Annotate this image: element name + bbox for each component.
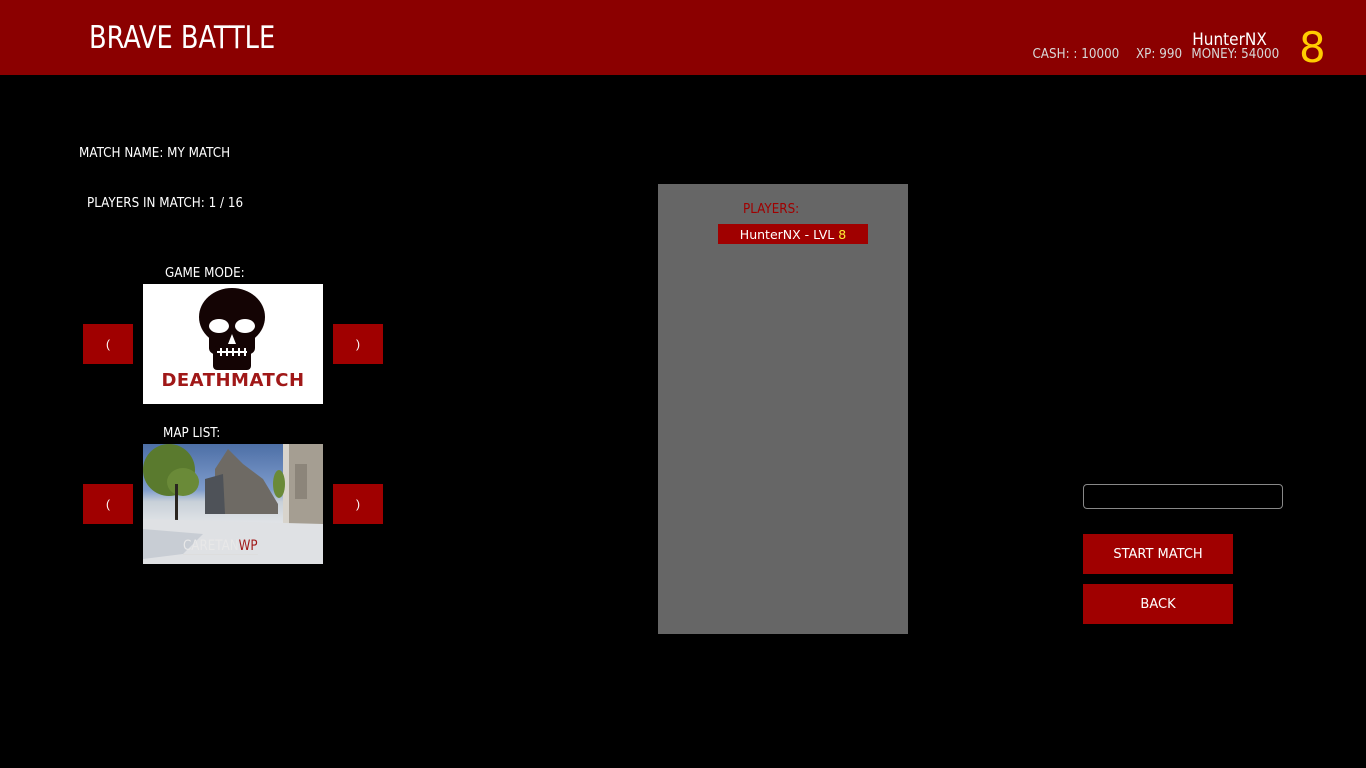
xp-stat: XP: 990 <box>1135 47 1182 62</box>
player-list-item[interactable]: HunterNX - LVL 8 <box>718 224 868 244</box>
game-mode-image: DEATHMATCH <box>143 284 323 404</box>
match-text-input[interactable] <box>1083 484 1283 509</box>
map-name-suffix: WP <box>238 538 258 554</box>
start-match-button[interactable]: START MATCH <box>1083 534 1233 574</box>
cash-stat: CASH: : 10000 <box>1032 47 1120 62</box>
player-level: 8 <box>838 226 847 242</box>
map-name-main: CARETAN <box>183 538 239 554</box>
player-level-badge: 8 <box>1299 23 1326 72</box>
map-prev-button[interactable]: ( <box>83 484 133 524</box>
map-preview-image: CARETANWP <box>143 444 323 564</box>
game-title: BRAVE BATTLE <box>89 20 276 56</box>
chevron-left-icon: ( <box>106 497 110 511</box>
players-title: PLAYERS: <box>743 202 800 217</box>
chevron-right-icon: ) <box>356 497 360 511</box>
match-name-label: MATCH NAME: MY MATCH <box>79 146 231 161</box>
game-mode-label: GAME MODE: <box>165 266 245 281</box>
top-bar: BRAVE BATTLE HunterNX CASH: : 10000 XP: … <box>0 0 1366 75</box>
chevron-right-icon: ) <box>356 337 360 351</box>
game-mode-next-button[interactable]: ) <box>333 324 383 364</box>
map-name: CARETANWP <box>183 538 258 555</box>
players-panel: PLAYERS: HunterNX - LVL 8 <box>658 184 908 634</box>
players-count-label: PLAYERS IN MATCH: 1 / 16 <box>87 196 244 211</box>
chevron-left-icon: ( <box>106 337 110 351</box>
game-mode-name: DEATHMATCH <box>161 370 305 391</box>
money-stat: MONEY: 54000 <box>1191 47 1279 62</box>
game-mode-prev-button[interactable]: ( <box>83 324 133 364</box>
back-button[interactable]: BACK <box>1083 584 1233 624</box>
player-stats: CASH: : 10000 XP: 990 MONEY: 54000 <box>1023 47 1279 62</box>
player-name: HunterNX - LVL <box>739 226 835 242</box>
map-next-button[interactable]: ) <box>333 484 383 524</box>
map-list-label: MAP LIST: <box>163 426 221 441</box>
